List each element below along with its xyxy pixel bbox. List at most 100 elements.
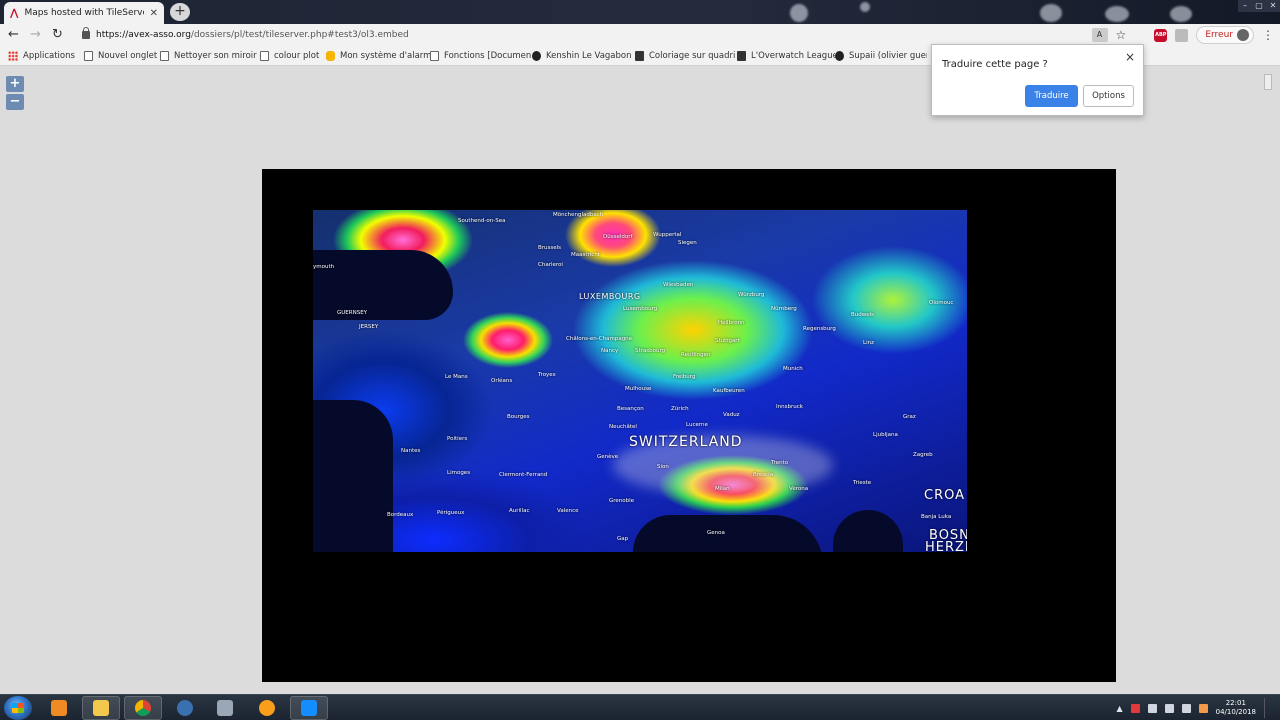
translate-button[interactable]: Traduire bbox=[1025, 85, 1078, 107]
bookmark-nouvel-onglet[interactable]: Nouvel onglet bbox=[84, 50, 160, 61]
map-label: Mulhouse bbox=[625, 386, 652, 392]
bookmark-supaii[interactable]: Supaii (olivier gueroi bbox=[835, 50, 927, 61]
taskbar-overwatch[interactable] bbox=[248, 696, 286, 720]
taskbar-calculator[interactable] bbox=[206, 696, 244, 720]
overwatch-icon bbox=[259, 700, 275, 716]
new-tab-button[interactable]: + bbox=[170, 3, 190, 21]
browser-toolbar: ← → ↻ https://avex-asso.org/dossiers/pl/… bbox=[0, 24, 1280, 46]
calculator-icon bbox=[217, 700, 233, 716]
zoom-out-button[interactable]: − bbox=[6, 94, 24, 110]
map-label: Clermont-Ferrand bbox=[499, 472, 548, 478]
tab-strip: ⋀ Maps hosted with TileServer-php ✕ + – … bbox=[0, 0, 1280, 24]
close-icon[interactable]: × bbox=[1125, 50, 1135, 64]
taskbar-chrome[interactable] bbox=[124, 696, 162, 720]
tab-title: Maps hosted with TileServer-php bbox=[24, 8, 143, 18]
sea-area bbox=[833, 510, 903, 552]
adblock-icon[interactable]: ABP bbox=[1154, 28, 1168, 42]
clock-time: 22:01 bbox=[1225, 699, 1246, 707]
network-icon[interactable] bbox=[1147, 703, 1157, 713]
translate-icon[interactable]: A bbox=[1091, 28, 1108, 42]
bookmark-label: Nettoyer son miroir d bbox=[174, 50, 260, 61]
map-label: Freiburg bbox=[673, 374, 696, 380]
error-label: Erreur bbox=[1205, 30, 1233, 40]
bookmark-label: colour plot bbox=[274, 50, 320, 61]
minimize-button[interactable]: – bbox=[1238, 0, 1252, 12]
wallpaper-star bbox=[860, 2, 870, 12]
address-bar[interactable]: https://avex-asso.org/dossiers/pl/test/t… bbox=[76, 26, 1116, 44]
bookmark-star-icon[interactable]: ☆ bbox=[1116, 28, 1127, 42]
avatar-icon bbox=[1237, 29, 1249, 41]
bookmark-applications[interactable]: Applications bbox=[8, 50, 84, 61]
map-label: Milan bbox=[715, 486, 730, 492]
taskbar-file-explorer[interactable] bbox=[82, 696, 120, 720]
tab-close-icon[interactable]: ✕ bbox=[150, 8, 158, 19]
page-icon bbox=[430, 50, 439, 61]
bookmark-label: Mon système d'alarm bbox=[340, 50, 430, 61]
night-lights-map-tile[interactable]: Southend-on-Sea Mönchengladbach Düsseldo… bbox=[313, 210, 967, 552]
options-button[interactable]: Options bbox=[1083, 85, 1134, 107]
bookmark-systeme-alarme[interactable]: Mon système d'alarm bbox=[326, 50, 430, 61]
action-center-flag-icon[interactable] bbox=[1130, 703, 1140, 713]
profile-error-button[interactable]: Erreur bbox=[1196, 26, 1254, 44]
reload-icon[interactable]: ↻ bbox=[52, 26, 63, 44]
map-label: Maastricht bbox=[571, 252, 600, 258]
side-handle[interactable] bbox=[1264, 74, 1272, 90]
maximize-button[interactable]: ▢ bbox=[1252, 0, 1266, 12]
display-icon[interactable] bbox=[1181, 703, 1191, 713]
popup-title: Traduire cette page ? bbox=[942, 59, 1048, 70]
start-button[interactable] bbox=[4, 696, 32, 720]
map-label-country: SWITZERLAND bbox=[629, 434, 743, 450]
map-label: Regensburg bbox=[803, 326, 836, 332]
wallpaper-star bbox=[1105, 6, 1129, 22]
map-label-country: CROA bbox=[924, 488, 966, 503]
sea-area bbox=[313, 250, 453, 320]
volume-icon[interactable] bbox=[1164, 703, 1174, 713]
clock[interactable]: 22:01 04/10/2018 bbox=[1216, 699, 1256, 717]
map-label: Châlons-en-Champagne bbox=[566, 336, 633, 342]
show-desktop-button[interactable] bbox=[1264, 698, 1270, 718]
bookmark-label: Supaii (olivier gueroi bbox=[849, 50, 927, 61]
back-icon[interactable]: ← bbox=[8, 26, 19, 44]
app-tray-icon[interactable] bbox=[1198, 703, 1208, 713]
map-label: Trieste bbox=[853, 480, 872, 486]
zoom-in-button[interactable]: + bbox=[6, 76, 24, 92]
map-label: Périgueux bbox=[437, 510, 465, 516]
browser-tab-active[interactable]: ⋀ Maps hosted with TileServer-php ✕ bbox=[4, 2, 164, 24]
system-tray: ▲ 22:01 04/10/2018 bbox=[1116, 698, 1270, 718]
map-label: Stuttgart bbox=[715, 338, 740, 344]
map-label-country: HERZEG bbox=[925, 540, 967, 552]
extension-icon[interactable] bbox=[1175, 28, 1189, 42]
bookmark-label: Fonctions [Documen bbox=[444, 50, 532, 61]
bookmark-label: Applications bbox=[23, 50, 75, 61]
map-label: Nancy bbox=[601, 348, 619, 354]
map-label: Zagreb bbox=[913, 452, 933, 458]
map-label: Grenoble bbox=[609, 498, 635, 504]
bookmark-colour-plot[interactable]: colour plot bbox=[260, 50, 326, 61]
bookmark-label: Nouvel onglet bbox=[98, 50, 158, 61]
apps-grid-icon bbox=[8, 50, 18, 61]
map-label: Charleroi bbox=[538, 262, 563, 268]
bookmark-coloriage[interactable]: Coloriage sur quadri bbox=[635, 50, 737, 61]
taskbar-thunderbird[interactable] bbox=[166, 696, 204, 720]
bookmark-kenshin[interactable]: Kenshin Le Vagabon bbox=[532, 50, 635, 61]
map-label: Genoa bbox=[707, 530, 725, 536]
chrome-icon bbox=[135, 700, 151, 716]
map-label: Southend-on-Sea bbox=[458, 218, 506, 224]
media-player-icon bbox=[51, 700, 67, 716]
map-viewport[interactable]: Southend-on-Sea Mönchengladbach Düsseldo… bbox=[262, 169, 1116, 682]
menu-kebab-icon[interactable]: ⋮ bbox=[1262, 28, 1274, 42]
tab-favicon-icon: ⋀ bbox=[10, 7, 19, 19]
bookmark-fonctions[interactable]: Fonctions [Documen bbox=[430, 50, 532, 61]
map-label: Aurillac bbox=[509, 508, 530, 514]
forward-icon[interactable]: → bbox=[30, 26, 41, 44]
bookmark-nettoyer-miroir[interactable]: Nettoyer son miroir d bbox=[160, 50, 260, 61]
thunderbird-icon bbox=[177, 700, 193, 716]
wallpaper-star bbox=[790, 4, 808, 22]
taskbar-battle-net[interactable] bbox=[290, 696, 328, 720]
tray-expand-icon[interactable]: ▲ bbox=[1116, 704, 1122, 713]
window-controls: – ▢ ✕ bbox=[1238, 0, 1280, 12]
map-label: Kaufbeuren bbox=[713, 388, 745, 394]
close-window-button[interactable]: ✕ bbox=[1266, 0, 1280, 12]
bookmark-overwatch-league[interactable]: L'Overwatch League bbox=[737, 50, 835, 61]
taskbar-media-player[interactable] bbox=[40, 696, 78, 720]
